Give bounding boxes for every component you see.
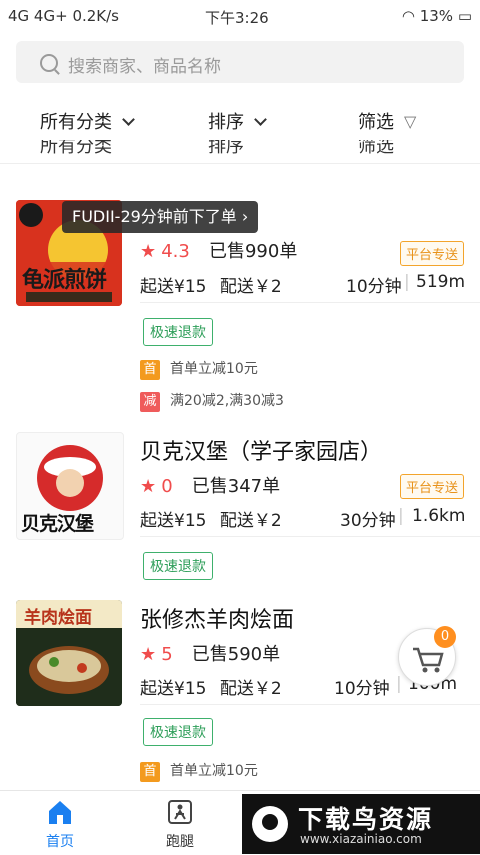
watermark-url: www.xiazainiao.com: [300, 832, 422, 846]
store-card[interactable]: 贝克汉堡 贝克汉堡（学子家园店） ★ 0 已售347单 平台专送 起送¥15 配…: [0, 424, 480, 594]
filter-bar: 所有分类 排序 筛选 ▽: [0, 96, 480, 146]
store-logo: 贝克汉堡: [16, 432, 124, 540]
promo-badge: 减: [140, 392, 160, 412]
promo-text: 首单立减10元: [170, 763, 258, 779]
delivery-info: 起送¥15 配送￥2 30分钟 | 1.6km: [140, 506, 466, 531]
delivery-fee: 配送￥2: [219, 511, 282, 531]
store-card[interactable]: 羊肉烩面 张修杰羊肉烩面 ★ 5 已售590单 起送¥15 配送￥2 10分钟 …: [0, 592, 480, 792]
screen-filter-label: 筛选: [358, 112, 394, 133]
rating-row: ★ 4.3 已售990单: [140, 237, 297, 263]
fast-refund-tag: 极速退款: [143, 718, 213, 746]
chevron-down-icon: [122, 113, 135, 126]
home-icon: [49, 801, 71, 824]
divider: |: [404, 272, 410, 292]
delivery-info: 起送¥15 配送￥2 10分钟 | 519m: [140, 272, 466, 297]
sold-count: 已售590单: [191, 644, 281, 665]
clock: 下午3:26: [205, 9, 269, 27]
divider: [140, 536, 480, 537]
rating: 4.3: [161, 241, 190, 262]
divider: [140, 302, 480, 303]
delivery-time: 10分钟: [334, 679, 390, 699]
wifi-icon: ◠: [401, 7, 420, 25]
min-order: 起送¥15: [140, 277, 207, 297]
sort-filter-shadow: 排序: [208, 140, 244, 157]
promo-discount: 减满20减2,满30减3: [140, 390, 284, 412]
battery-icon: ▭: [457, 7, 472, 25]
rating-row: ★ 5 已售590单: [140, 640, 280, 666]
store-name: 贝克汉堡（学子家园店）: [140, 440, 383, 465]
rating: 0: [161, 476, 173, 497]
star-icon: ★: [140, 644, 157, 665]
screen-filter[interactable]: 筛选 ▽: [358, 108, 416, 134]
promo-text: 首单立减10元: [170, 361, 258, 377]
min-order: 起送¥15: [140, 511, 207, 531]
store-name: 张修杰羊肉烩面: [140, 608, 295, 633]
fast-refund-tag: 极速退款: [143, 552, 213, 580]
rating: 5: [161, 644, 173, 665]
sold-count: 已售990单: [208, 241, 298, 262]
divider: [140, 704, 480, 705]
category-filter[interactable]: 所有分类: [40, 108, 135, 134]
promo-first-order: 首首单立减10元: [140, 358, 258, 380]
search-placeholder: 搜索商家、商品名称: [68, 57, 221, 77]
promo-first-order: 首首单立减10元: [140, 760, 258, 782]
fast-refund-tag: 极速退款: [143, 318, 213, 346]
store-logo-text: 贝克汉堡: [21, 513, 94, 535]
screen-filter-shadow: 筛选: [358, 140, 394, 157]
delivery-fee: 配送￥2: [219, 277, 282, 297]
chevron-down-icon: [254, 113, 267, 126]
store-logo-text: 羊肉烩面: [24, 608, 92, 628]
distance: 1.6km: [412, 506, 466, 526]
funnel-icon: ▽: [404, 112, 417, 131]
watermark-title: 下载鸟资源: [298, 805, 434, 834]
runner-icon: [168, 800, 192, 824]
store-logo-text: 龟派煎饼: [22, 268, 107, 293]
nav-home-label: 首页: [46, 834, 74, 850]
platform-delivery-tag: 平台专送: [399, 474, 464, 499]
battery-status: ◠ 13% ▭: [402, 7, 472, 25]
category-filter-shadow: 所有分类: [40, 140, 112, 157]
search-bar[interactable]: 搜索商家、商品名称: [16, 41, 464, 83]
promo-badge: 首: [140, 360, 160, 380]
promo-text: 满20减2,满30减3: [170, 393, 284, 409]
delivery-time: 30分钟: [340, 511, 396, 531]
store-logo: 羊肉烩面: [16, 600, 122, 706]
min-order: 起送¥15: [140, 679, 207, 699]
watermark-logo: [252, 806, 288, 842]
star-icon: ★: [140, 476, 157, 497]
battery-level: 13%: [419, 7, 454, 25]
filter-bar-shadow: 所有分类 排序 筛选: [0, 140, 480, 162]
platform-delivery-tag: 平台专送: [399, 241, 464, 266]
sort-filter-label: 排序: [208, 112, 244, 133]
star-icon: ★: [140, 241, 157, 262]
nav-errand-label: 跑腿: [166, 834, 194, 850]
category-filter-label: 所有分类: [40, 112, 112, 133]
search-icon: [40, 54, 58, 72]
divider: |: [398, 506, 404, 526]
sort-filter[interactable]: 排序: [208, 108, 267, 134]
divider: [0, 163, 480, 164]
delivery-time: 10分钟: [346, 277, 402, 297]
status-bar: 4G 4G+ 0.2K/s 下午3:26 ◠ 13% ▭: [0, 0, 480, 32]
promo-badge: 首: [140, 762, 160, 782]
sold-count: 已售347单: [191, 476, 281, 497]
nav-errand[interactable]: 跑腿: [140, 791, 220, 851]
distance: 519m: [416, 272, 466, 292]
nav-home[interactable]: 首页: [20, 791, 100, 851]
rating-row: ★ 0 已售347单: [140, 472, 280, 498]
delivery-fee: 配送￥2: [219, 679, 282, 699]
order-toast[interactable]: FUDII-29分钟前下了单 ›: [62, 201, 259, 233]
watermark: 下载鸟资源 www.xiazainiao.com: [242, 794, 480, 854]
cart-count-badge: 0: [434, 626, 456, 648]
network-status: 4G 4G+ 0.2K/s: [8, 7, 119, 25]
